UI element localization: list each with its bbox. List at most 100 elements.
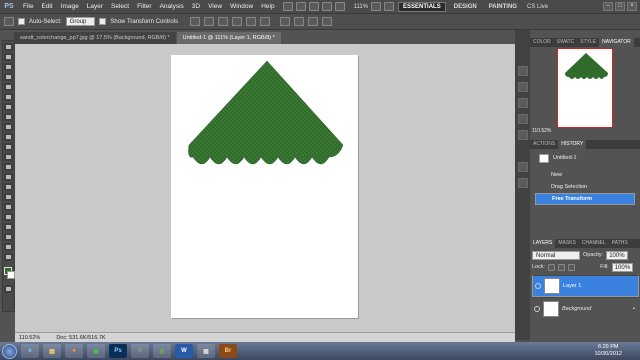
minimize-icon[interactable]: – <box>603 2 613 11</box>
music-player-icon[interactable]: ≡ <box>131 344 149 358</box>
show-transform-checkbox[interactable] <box>99 18 107 25</box>
blur-tool-icon[interactable] <box>4 163 13 171</box>
workspace-painting[interactable]: PAINTING <box>485 3 521 11</box>
history-snapshot[interactable]: Untitled-1 <box>535 147 635 169</box>
start-button[interactable] <box>2 343 17 359</box>
history-item[interactable]: Drag Selection <box>535 181 635 193</box>
menu-edit[interactable]: Edit <box>37 3 56 10</box>
tab-layers[interactable]: LAYERS <box>530 239 556 248</box>
menu-window[interactable]: Window <box>226 3 257 10</box>
arrange-documents-icon[interactable] <box>371 2 382 11</box>
auto-select-checkbox[interactable] <box>18 18 25 25</box>
move-tool-icon[interactable] <box>4 17 14 26</box>
bridge-taskbar-icon[interactable]: Br <box>219 344 237 358</box>
align-icon[interactable] <box>246 17 257 26</box>
zoom-level[interactable]: 111% <box>354 4 368 10</box>
marquee-tool-icon[interactable] <box>4 53 13 61</box>
firefox-icon[interactable]: ● <box>65 344 83 358</box>
quick-mask-icon[interactable] <box>4 285 13 293</box>
brush-tool-icon[interactable] <box>4 113 13 121</box>
lock-icon[interactable] <box>558 263 566 271</box>
menu-filter[interactable]: Filter <box>133 3 155 10</box>
navigator-preview[interactable] <box>557 48 613 128</box>
tab-swatches[interactable]: SWATC <box>554 38 578 47</box>
cs-live[interactable]: CS Live <box>527 4 548 10</box>
lock-icon[interactable] <box>568 263 576 271</box>
zoom-tool-icon[interactable] <box>321 2 332 11</box>
doc-tab[interactable]: sandt_colorchange_pp7.jpg @ 17.5% (Backg… <box>14 32 176 44</box>
distribute-icon[interactable] <box>280 17 291 26</box>
screen-mode-icon[interactable] <box>384 2 395 11</box>
zoom-tool-icon[interactable] <box>4 253 13 261</box>
panel-icon[interactable] <box>517 66 528 76</box>
panel-icon[interactable] <box>517 114 528 124</box>
chrome-icon[interactable]: ◉ <box>87 344 105 358</box>
word-icon[interactable]: W <box>175 344 193 358</box>
panel-icon[interactable] <box>517 82 528 92</box>
menu-layer[interactable]: Layer <box>83 3 107 10</box>
bridge-icon[interactable] <box>282 2 293 11</box>
menu-analysis[interactable]: Analysis <box>156 3 188 10</box>
auto-select-dropdown[interactable]: Group <box>65 17 96 26</box>
distribute-icon[interactable] <box>294 17 305 26</box>
type-tool-icon[interactable] <box>4 193 13 201</box>
rotate-view-icon[interactable] <box>334 2 345 11</box>
menu-help[interactable]: Help <box>257 3 278 10</box>
minibridge-icon[interactable] <box>295 2 306 11</box>
dodge-tool-icon[interactable] <box>4 173 13 181</box>
menu-select[interactable]: Select <box>107 3 133 10</box>
layer-name[interactable]: Layer 1 <box>563 282 581 291</box>
canvas-area[interactable] <box>15 44 515 332</box>
status-zoom[interactable]: 110.52% <box>19 335 40 341</box>
align-icon[interactable] <box>260 17 271 26</box>
lasso-tool-icon[interactable] <box>4 63 13 71</box>
align-icon[interactable] <box>218 17 229 26</box>
green-scalloped-triangle[interactable] <box>171 55 358 318</box>
eye-icon[interactable] <box>535 283 541 289</box>
layer-row[interactable]: Background ▪ <box>532 297 639 319</box>
quick-select-tool-icon[interactable] <box>4 73 13 81</box>
3d-rotate-tool-icon[interactable] <box>4 223 13 231</box>
history-item[interactable]: New <box>535 169 635 181</box>
history-brush-tool-icon[interactable] <box>4 133 13 141</box>
distribute-icon[interactable] <box>308 17 319 26</box>
maximize-icon[interactable]: □ <box>615 2 625 11</box>
tab-color[interactable]: COLOR <box>530 38 554 47</box>
background-color-swatch[interactable] <box>7 271 15 279</box>
align-icon[interactable] <box>190 17 201 26</box>
shape-tool-icon[interactable] <box>4 213 13 221</box>
align-icon[interactable] <box>204 17 215 26</box>
opacity-input[interactable]: 100% <box>606 250 628 260</box>
close-icon[interactable]: × <box>627 2 637 11</box>
blend-mode-dropdown[interactable]: Normal <box>532 250 580 260</box>
pen-tool-icon[interactable] <box>4 183 13 191</box>
tab-paths[interactable]: PATHS <box>609 239 631 248</box>
workspace-essentials[interactable]: ESSENTIALS <box>398 1 446 12</box>
crop-tool-icon[interactable] <box>4 83 13 91</box>
lock-icon[interactable] <box>548 263 556 271</box>
ie-icon[interactable]: e <box>21 344 39 358</box>
panel-icon[interactable] <box>517 162 528 172</box>
distribute-icon[interactable] <box>322 17 333 26</box>
doc-tab-active[interactable]: Untitled-1 @ 111% (Layer 1, RGB/8) * <box>176 32 281 44</box>
3d-orbit-tool-icon[interactable] <box>4 233 13 241</box>
system-clock[interactable]: 6:29 PM 10/30/2012 <box>594 344 622 358</box>
eraser-tool-icon[interactable] <box>4 143 13 151</box>
panel-icon[interactable] <box>517 130 528 140</box>
panel-icon[interactable] <box>517 178 528 188</box>
layer-row-selected[interactable]: Layer 1 <box>532 275 639 297</box>
menu-image[interactable]: Image <box>57 3 83 10</box>
tab-navigator[interactable]: NAVIGATOR <box>599 38 634 47</box>
align-icon[interactable] <box>232 17 243 26</box>
clone-stamp-tool-icon[interactable] <box>4 123 13 131</box>
document-canvas[interactable] <box>171 55 358 318</box>
path-select-tool-icon[interactable] <box>4 203 13 211</box>
hand-tool-icon[interactable] <box>4 243 13 251</box>
tab-channels[interactable]: CHANNEL <box>579 239 609 248</box>
menu-3d[interactable]: 3D <box>188 3 204 10</box>
layer-name[interactable]: Background <box>562 306 591 312</box>
panel-icon[interactable] <box>517 98 528 108</box>
spotify-icon[interactable]: ◎ <box>153 344 171 358</box>
menu-view[interactable]: View <box>204 3 226 10</box>
photoshop-taskbar-icon[interactable]: Ps <box>109 344 127 358</box>
